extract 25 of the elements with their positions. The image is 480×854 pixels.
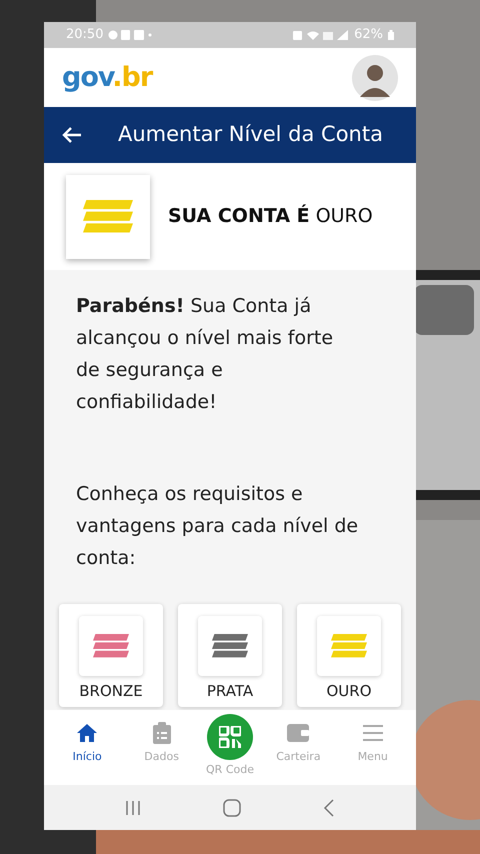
home-icon — [77, 724, 98, 742]
home-button-icon[interactable] — [223, 798, 241, 816]
battery-icon — [388, 30, 394, 40]
recent-apps-icon[interactable] — [125, 800, 141, 816]
page-title: Aumentar Nível da Conta — [118, 121, 383, 148]
signal-icons — [293, 30, 350, 40]
level-card[interactable]: OURO — [297, 604, 401, 706]
wallet-icon — [287, 724, 310, 742]
gov-br-logo: gov.br — [62, 64, 152, 91]
avatar[interactable] — [352, 54, 398, 100]
level-name: PRATA — [206, 681, 254, 702]
levels-intro: Conheça os requisitos e vantagens para cada nível de conta: — [76, 482, 360, 571]
account-level-text: SUA CONTA É OURO — [168, 203, 373, 230]
back-arrow-icon[interactable] — [62, 127, 82, 143]
level-name: BRONZE — [79, 681, 143, 702]
clipboard-icon — [152, 722, 171, 744]
back-icon[interactable] — [323, 798, 335, 816]
qr-code-icon — [219, 726, 241, 748]
level-card[interactable]: PRATA — [178, 604, 282, 706]
level-name: OURO — [326, 681, 372, 702]
notification-icons — [108, 30, 152, 40]
congratulations-message: Parabéns! Sua Conta já alcançou o nível mais forte de segurança e confiabilidade! — [76, 294, 334, 415]
nav-tab[interactable]: Início — [57, 718, 118, 766]
level-card[interactable]: BRONZE — [59, 604, 163, 706]
menu-icon — [362, 725, 383, 741]
